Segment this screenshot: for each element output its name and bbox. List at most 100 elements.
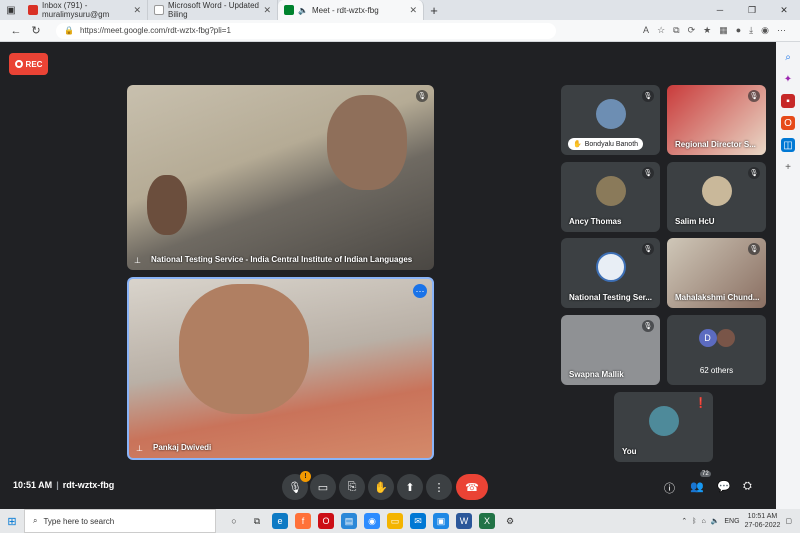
task-view-icon[interactable]: ⧉ — [249, 513, 265, 529]
tab-meet[interactable]: 🔈 Meet - rdt-wztx-fbg ✕ — [278, 0, 424, 20]
address-bar[interactable]: 🔒 https://meet.google.com/rdt-wztx-fbg?p… — [56, 22, 556, 39]
back-icon[interactable]: ← — [6, 25, 26, 37]
end-call-button[interactable]: ☎ — [456, 474, 488, 500]
avatar — [595, 176, 626, 206]
participant-tile[interactable]: 🎙 Swapna Mallik — [561, 315, 660, 385]
outlook-icon[interactable]: ◫ — [781, 138, 795, 152]
self-tile[interactable]: ❗ You — [614, 392, 713, 462]
more-menu-icon[interactable]: ⋯ — [777, 25, 786, 36]
meeting-info: 10:51 AM | rdt-wztx-fbg — [13, 480, 115, 490]
participant-count: 72 — [700, 471, 711, 477]
participant-tile[interactable]: 🎙 Regional Director S... — [667, 85, 766, 155]
captions-button[interactable]: ⎘ — [339, 474, 365, 500]
recording-indicator: REC — [9, 53, 48, 75]
edge-icon[interactable]: e — [272, 513, 288, 529]
excel-icon[interactable]: X — [479, 513, 495, 529]
mic-button[interactable]: 🎙! — [282, 471, 311, 500]
mic-off-icon: 🎙 — [642, 90, 654, 102]
read-aloud-icon[interactable]: A — [643, 25, 649, 36]
taskbar-search[interactable]: ⌕ Type here to search — [24, 509, 216, 533]
present-button[interactable]: ⬆ — [397, 474, 423, 500]
windows-start-icon[interactable]: ⊞ — [0, 515, 24, 528]
people-icon[interactable]: 👥 72 — [690, 471, 711, 493]
refresh-icon[interactable]: ↻ — [26, 24, 46, 37]
tab-title: Meet - rdt-wztx-fbg — [311, 5, 379, 15]
word-icon[interactable]: W — [456, 513, 472, 529]
add-icon[interactable]: + — [781, 160, 795, 174]
search-icon[interactable]: ⌕ — [781, 50, 795, 64]
mail-icon[interactable]: ✉ — [410, 513, 426, 529]
photos-icon[interactable]: ▣ — [433, 513, 449, 529]
file-explorer-icon[interactable]: ▭ — [387, 513, 403, 529]
office-icon[interactable]: O — [781, 116, 795, 130]
info-icon[interactable]: ⓘ — [664, 480, 675, 496]
store-icon[interactable]: ▤ — [341, 513, 357, 529]
participant-tile[interactable]: 🎙 National Testing Ser... — [561, 238, 660, 308]
close-window-icon[interactable]: ✕ — [768, 0, 800, 20]
participant-name: National Testing Service - India Central… — [151, 255, 413, 264]
chevron-up-icon[interactable]: ⌃ — [681, 517, 687, 525]
name-chip: ✋ Bondyalu Banoth — [568, 138, 644, 150]
tools-icon[interactable]: ▪ — [781, 94, 795, 108]
mic-off-icon: 🎙 — [642, 243, 654, 255]
collections-icon[interactable]: ▦ — [719, 25, 728, 36]
language-indicator[interactable]: ENG — [724, 518, 739, 525]
meeting-code: rdt-wztx-fbg — [62, 480, 115, 490]
opera-icon[interactable]: O — [318, 513, 334, 529]
participant-tile[interactable]: 🎙 ✋ Bondyalu Banoth — [561, 85, 660, 155]
activities-icon[interactable]: ⛭ — [743, 480, 752, 493]
cortana-icon[interactable]: ○ — [226, 513, 242, 529]
participant-tile[interactable]: 🎙 Salim HcU — [667, 162, 766, 232]
refresh-extension-icon[interactable]: ⟳ — [688, 25, 696, 36]
avatar: D — [698, 329, 717, 347]
bluetooth-icon[interactable]: ᛒ — [692, 518, 696, 525]
meet-control-bar: 10:51 AM | rdt-wztx-fbg 🎙! ▭ ⎘ ✋ ⬆ ⋮ ☎ ⓘ 👥… — [0, 467, 776, 509]
others-tile[interactable]: D 62 others — [667, 315, 766, 385]
tab-actions-icon[interactable]: ▣ — [0, 0, 22, 20]
new-tab-button[interactable]: + — [424, 0, 444, 20]
download-icon[interactable]: ⤓ — [749, 25, 753, 36]
meet-stage: REC 🎙 ⊥ National Testing Service - India… — [0, 42, 776, 509]
close-icon[interactable]: ✕ — [133, 5, 141, 16]
avatar — [701, 176, 732, 206]
settings-icon[interactable]: ⚙ — [502, 513, 518, 529]
tab-gmail[interactable]: Inbox (791) - muralimysuru@gm ✕ — [22, 0, 148, 20]
pin-icon[interactable]: ⊥ — [136, 444, 143, 453]
browser-toolbar-icons: A ☆ ⧉ ⟳ ★ ▦ ● ⤓ ◉ ⋯ — [643, 25, 800, 36]
extension-icon[interactable]: ⧉ — [673, 25, 679, 36]
discover-icon[interactable]: ✦ — [781, 72, 795, 86]
tab-word[interactable]: Microsoft Word - Updated Biling ✕ — [148, 0, 278, 20]
participant-tile-main[interactable]: 🎙 ⊥ National Testing Service - India Cen… — [127, 85, 434, 270]
taskbar-clock[interactable]: 10:51 AM 27-06-2022 — [745, 512, 781, 530]
lock-icon[interactable]: 🔒 — [64, 26, 74, 35]
minimize-icon[interactable]: ─ — [704, 0, 736, 20]
raise-hand-button[interactable]: ✋ — [368, 474, 394, 500]
notifications-icon[interactable]: ▢ — [785, 517, 792, 525]
camera-button[interactable]: ▭ — [310, 474, 336, 500]
close-icon[interactable]: ✕ — [263, 5, 271, 16]
meeting-time: 10:51 AM — [13, 480, 53, 490]
participant-tile[interactable]: 🎙 Ancy Thomas — [561, 162, 660, 232]
close-icon[interactable]: ✕ — [409, 5, 417, 16]
avatar — [716, 329, 735, 347]
firefox-icon[interactable]: f — [295, 513, 311, 529]
pin-icon[interactable]: ⊥ — [134, 256, 141, 265]
hand-icon: ✋ — [573, 141, 582, 148]
window-controls: ─ ❐ ✕ — [704, 0, 800, 20]
participant-tile[interactable]: 🎙 Mahalakshmi Chund... — [667, 238, 766, 308]
participant-name: Salim HcU — [675, 217, 715, 226]
volume-icon[interactable]: 🔈 — [711, 517, 720, 525]
favorite-star-icon[interactable]: ☆ — [657, 25, 665, 36]
avatar[interactable]: ◉ — [761, 25, 769, 36]
favorites-icon[interactable]: ★ — [703, 25, 711, 36]
more-options-icon[interactable]: ⋯ — [413, 284, 427, 298]
participant-tile-speaker[interactable]: ⋯ ⊥ Pankaj Dwivedi — [127, 277, 434, 460]
network-icon[interactable]: ⌂ — [701, 518, 705, 525]
zoom-icon[interactable]: ◉ — [364, 513, 380, 529]
browser-tab-bar: ▣ Inbox (791) - muralimysuru@gm ✕ Micros… — [0, 0, 800, 20]
more-options-button[interactable]: ⋮ — [426, 474, 452, 500]
chat-icon[interactable]: 💬 — [717, 480, 731, 493]
restore-icon[interactable]: ❐ — [736, 0, 768, 20]
account-icon[interactable]: ● — [736, 25, 741, 36]
speaker-icon[interactable]: 🔈 — [298, 6, 308, 15]
